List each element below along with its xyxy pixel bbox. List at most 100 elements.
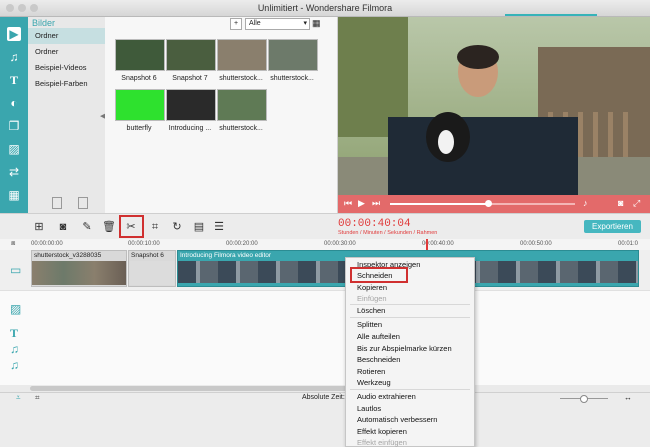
library-item-sample-colors[interactable]: Beispiel-Farben — [28, 76, 105, 92]
delete-icon[interactable]: 🗑 — [102, 221, 116, 233]
ruler-tick-label: 00:01:0 — [618, 241, 639, 247]
clip-filmstrip — [129, 261, 175, 285]
delete-folder-icon[interactable] — [78, 197, 88, 209]
library-item-ordner[interactable]: Ordner — [28, 28, 105, 44]
filter-icon[interactable]: ◐ — [7, 96, 21, 110]
scrubber-handle[interactable] — [485, 200, 492, 207]
snapshot-camera-icon[interactable]: ◙ — [618, 198, 623, 208]
title-bar: Unlimitiert - Wondershare Filmora — [0, 0, 650, 17]
overlay-icon[interactable]: ❐ — [7, 119, 21, 133]
context-menu-item[interactable]: Löschen — [357, 306, 385, 315]
music-icon[interactable]: ♫ — [7, 50, 21, 64]
context-menu-item[interactable]: Alle aufteilen — [357, 332, 400, 341]
window-title: Unlimitiert - Wondershare Filmora — [257, 3, 393, 13]
filter-select-value: Alle — [249, 20, 261, 27]
video-track-icon: ▭ — [10, 263, 22, 277]
timeline-clip[interactable]: shutterstock_v3288035 — [31, 250, 127, 287]
timeline-scrollbar[interactable] — [0, 385, 650, 392]
export-button[interactable]: Exportieren — [584, 220, 641, 233]
timecode-display: 00:00:40:04 — [338, 218, 411, 230]
scene-detect-icon[interactable]: ▤ — [192, 221, 206, 233]
highlight-box — [350, 267, 408, 283]
media-thumbnail[interactable] — [217, 39, 267, 71]
context-menu: Inspektor anzeigen Schneiden Kopieren Einfü… — [345, 257, 475, 447]
ruler-tick-label: 00:00:00:00 — [31, 241, 63, 247]
context-menu-item[interactable]: Splitten — [357, 320, 382, 329]
context-menu-item[interactable]: Audio extrahieren — [357, 392, 416, 401]
ruler-tick-label: 00:00:30:00 — [324, 241, 356, 247]
settings-icon[interactable]: ⌗ — [35, 393, 40, 403]
media-library: + Alle ▾ ▦ Snapshot 6 Snapshot 7 shuttersto… — [105, 17, 338, 213]
thumbnail-caption: shutterstock... — [270, 75, 314, 82]
progress-accent-line — [505, 14, 597, 16]
context-menu-item[interactable]: Lautlos — [357, 404, 381, 413]
library-category-rail: ▶ ♫ T ◐ ❐ ▨ ⇄ ▦ — [0, 17, 28, 213]
playback-progress — [390, 203, 488, 205]
image-track-icon: ▨ — [10, 302, 22, 316]
add-media-button[interactable]: + — [230, 18, 242, 30]
context-menu-item[interactable]: Effekt kopieren — [357, 427, 407, 436]
clip-label: Snapshot 6 — [131, 252, 164, 259]
context-menu-item[interactable]: Bis zur Abspielmarke kürzen — [357, 344, 452, 353]
track-divider — [30, 290, 650, 291]
rotate-icon[interactable]: ↻ — [170, 221, 184, 233]
menu-separator — [350, 304, 470, 305]
media-thumbnail[interactable] — [217, 89, 267, 121]
filter-select[interactable]: Alle ▾ — [245, 18, 310, 30]
text-icon[interactable]: T — [7, 73, 21, 87]
media-thumbnail[interactable] — [268, 39, 318, 71]
zoom-slider-handle[interactable] — [580, 395, 588, 403]
adjust-sliders-icon[interactable]: ☰ — [212, 221, 226, 233]
timeline-tracks: ▭ shutterstock_v3288035 Snapshot 6 Intro… — [0, 250, 650, 385]
volume-icon[interactable]: ♪ — [583, 198, 588, 208]
media-thumbnail[interactable] — [115, 89, 165, 121]
transition-icon[interactable]: ⇄ — [7, 165, 21, 179]
library-item-sample-videos[interactable]: Beispiel-Videos — [28, 60, 105, 76]
play-icon[interactable]: ▶ — [358, 198, 365, 209]
media-thumbnail[interactable] — [166, 89, 216, 121]
forward-icon[interactable]: ⏭ — [372, 198, 380, 209]
scrollbar-thumb[interactable] — [30, 386, 360, 391]
grid-view-icon[interactable]: ▦ — [312, 18, 321, 29]
edit-toolbar: ⊞ ◙ ✎ 🗑 ✂ ⌗ ↻ ▤ ☰ 00:00:40:04 Stunden / … — [0, 213, 650, 240]
preview-controls: ⏮ ▶ ⏭ ♪ ◙ ⤢ — [338, 195, 650, 213]
context-menu-item[interactable]: Werkzeug — [357, 378, 391, 387]
clip-label: shutterstock_v3288035 — [34, 252, 102, 259]
thumbnail-caption: shutterstock... — [219, 125, 263, 132]
text-track-icon: T — [10, 326, 19, 340]
ruler-tick-label: 00:00:20:00 — [226, 241, 258, 247]
snap-icon[interactable]: ⧈ — [11, 240, 15, 248]
media-thumbnail[interactable] — [115, 39, 165, 71]
context-menu-item[interactable]: Kopieren — [357, 283, 387, 292]
absolute-time-label: Absolute Zeit:0 — [302, 394, 349, 401]
marker-icon[interactable]: ⩡ — [16, 393, 21, 403]
timeline-clip[interactable]: Snapshot 6 — [128, 250, 176, 287]
library-item-ordner-2[interactable]: Ordner — [28, 44, 105, 60]
context-menu-item: Einfügen — [357, 294, 387, 303]
rewind-icon[interactable]: ⏮ — [344, 198, 352, 209]
chevron-down-icon: ▾ — [303, 20, 307, 27]
playhead-marker[interactable] — [426, 239, 428, 250]
ruler-tick-label: 00:00:50:00 — [520, 241, 552, 247]
context-menu-item[interactable]: Rotieren — [357, 367, 385, 376]
edit-pencil-icon[interactable]: ✎ — [80, 221, 94, 233]
timeline-status-bar: ⩡ ⌗ Absolute Zeit:0 ↔ — [0, 392, 650, 405]
context-menu-item[interactable]: Automatisch verbessern — [357, 415, 437, 424]
music-track-2-icon: ♫ — [10, 358, 19, 372]
media-thumbnail[interactable] — [166, 39, 216, 71]
add-folder-icon[interactable] — [52, 197, 62, 209]
context-menu-item[interactable]: Beschneiden — [357, 355, 400, 364]
timecode-format: Stunden / Minuten / Sekunden / Rahmen — [338, 230, 438, 236]
elements-icon[interactable]: ▨ — [7, 142, 21, 156]
library-nav: Bilder Ordner Ordner Beispiel-Videos Bei… — [28, 17, 105, 213]
fit-timeline-icon[interactable]: ↔ — [624, 393, 632, 402]
add-track-icon[interactable]: ⊞ — [32, 221, 46, 233]
split-screen-icon[interactable]: ▦ — [7, 188, 21, 202]
fullscreen-icon[interactable]: ⤢ — [633, 198, 640, 209]
crop-icon[interactable]: ⌗ — [148, 221, 162, 233]
preview-frame — [338, 17, 650, 195]
cut-scissors-icon[interactable]: ✂ — [124, 221, 138, 233]
media-icon[interactable]: ▶ — [7, 27, 21, 41]
record-icon[interactable]: ◙ — [56, 221, 70, 233]
menu-separator — [350, 317, 470, 318]
